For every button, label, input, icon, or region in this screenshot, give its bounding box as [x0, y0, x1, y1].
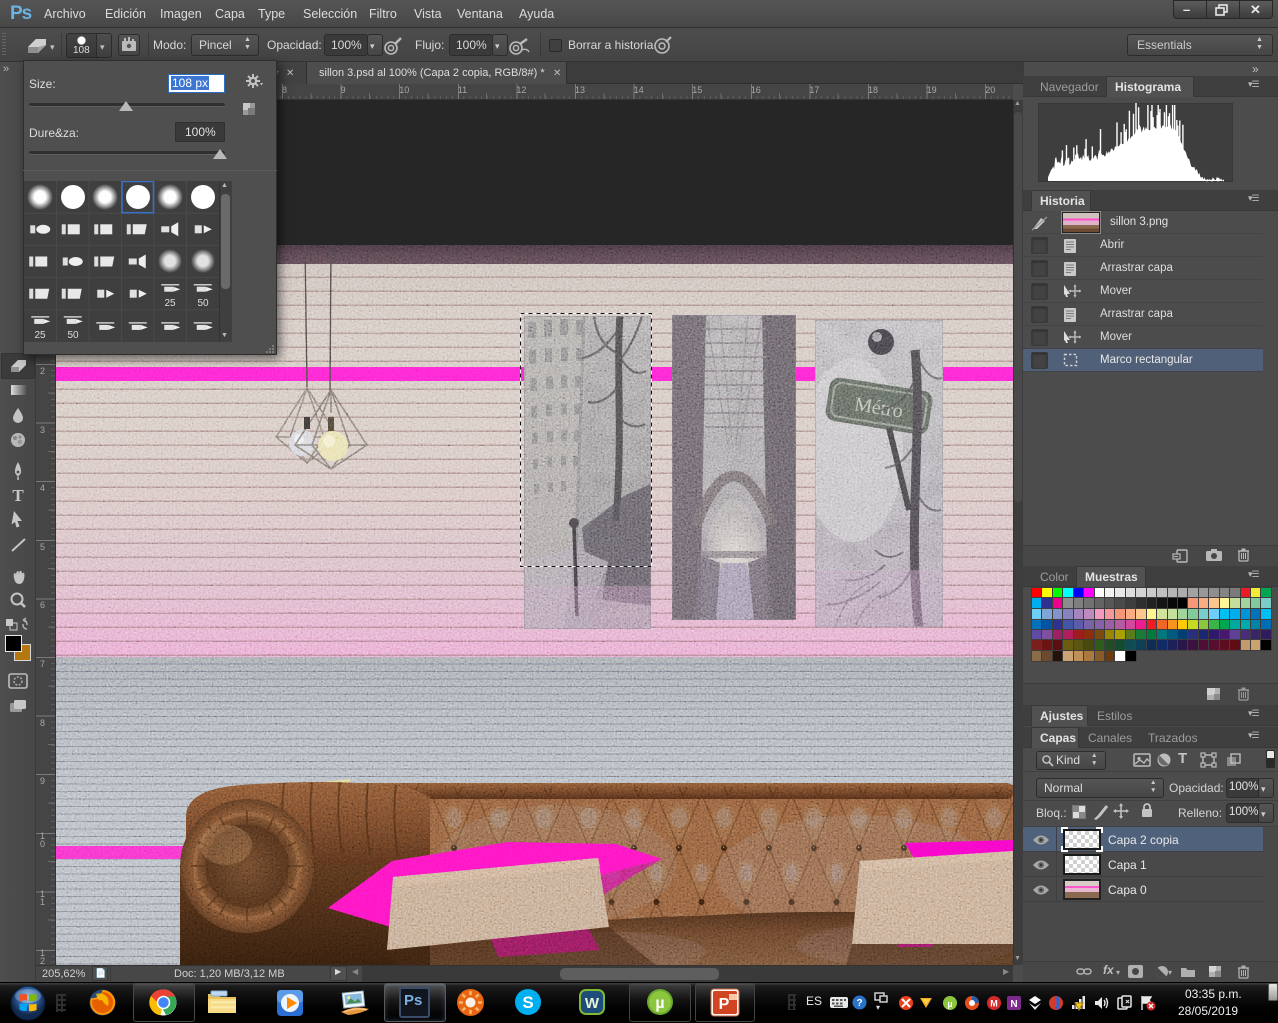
svg-text:µ: µ	[947, 999, 952, 1009]
svg-text:50: 50	[67, 330, 79, 341]
svg-text:?: ?	[856, 998, 862, 1009]
svg-text:25: 25	[164, 298, 176, 309]
svg-text:µ: µ	[655, 995, 664, 1012]
svg-text:M: M	[990, 999, 998, 1009]
svg-text:50: 50	[197, 298, 209, 309]
svg-text:25: 25	[34, 330, 46, 341]
svg-text:T: T	[12, 486, 24, 505]
svg-text:P: P	[719, 996, 730, 1013]
svg-text:W: W	[585, 995, 600, 1012]
svg-text:N: N	[1010, 999, 1017, 1010]
svg-text:S: S	[522, 993, 533, 1012]
